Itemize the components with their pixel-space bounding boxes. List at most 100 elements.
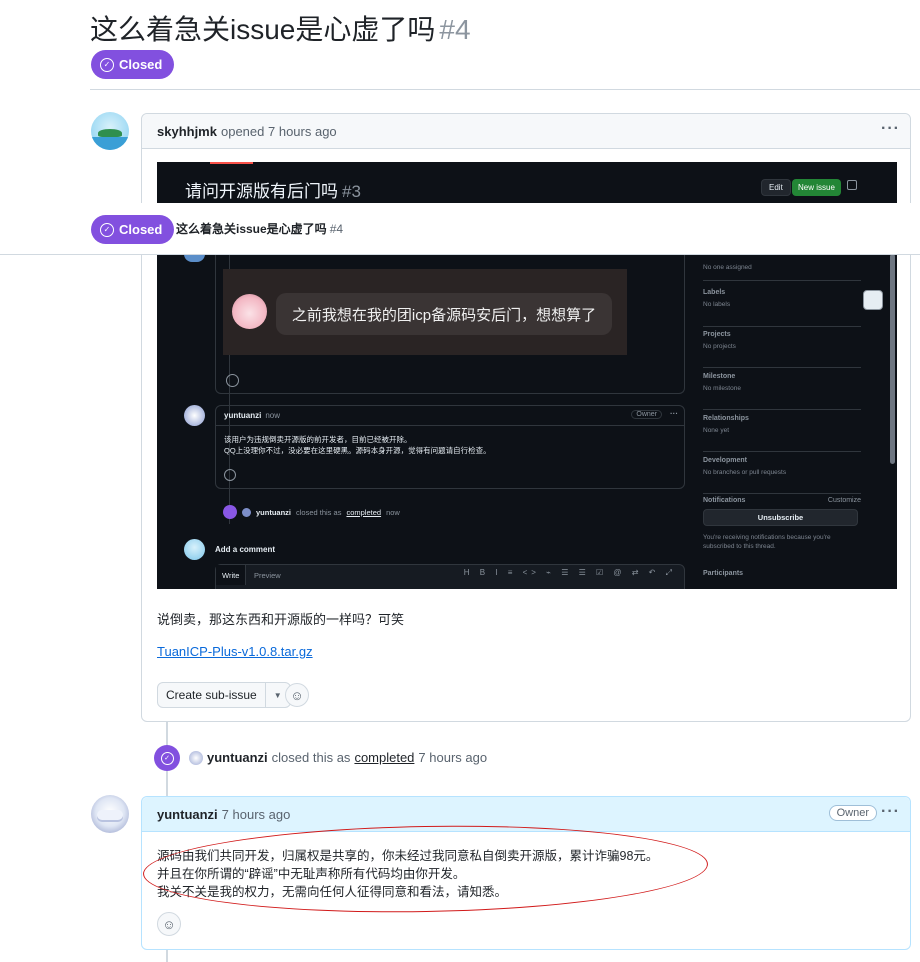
- smiley-icon[interactable]: ☺: [285, 683, 309, 707]
- closed-state-badge: ✓ Closed: [91, 50, 175, 79]
- create-sub-issue-label[interactable]: Create sub-issue: [158, 683, 266, 707]
- sidebar-label: Development: [703, 457, 747, 464]
- kebab-horizontal-icon[interactable]: ···: [881, 120, 900, 138]
- sidebar-milestone: Milestone No milestone: [703, 373, 861, 410]
- screenshot-reply-avatar: [184, 405, 205, 426]
- avatar[interactable]: [91, 112, 129, 150]
- comment-line: 源码由我们共同开发，归属权是共享的，你未经过我同意私自倒卖开源版，累计诈骗98元…: [157, 849, 659, 863]
- comment-time[interactable]: 7 hours ago: [268, 124, 337, 139]
- event-action: closed this as: [271, 750, 351, 765]
- sidebar-labels: Labels No labels: [703, 289, 861, 327]
- screenshot-reply-line: QQ上没理你不过，没必要在这里硬黑。源码本身开源，觉得有问题请自行检查。: [224, 446, 491, 455]
- screenshot-reply-line: 该用户为违规倒卖开源版的前开发者，目前已经被开除。: [224, 435, 412, 444]
- sidebar-value: No labels: [703, 301, 731, 308]
- smiley-icon[interactable]: ☺: [157, 912, 181, 936]
- event-author[interactable]: yuntuanzi: [207, 750, 268, 765]
- comment-time[interactable]: 7 hours ago: [222, 807, 291, 822]
- closed-event: yuntuanzi closed this as completed 7 hou…: [189, 750, 487, 765]
- screenshot-closed-reason: completed: [346, 507, 382, 517]
- sidebar-label: Relationships: [703, 415, 749, 422]
- avatar[interactable]: [91, 795, 129, 833]
- sidebar-participants: Participants: [703, 570, 744, 577]
- sidebar-value: No one assigned: [703, 264, 752, 271]
- screenshot-closed-time: now: [386, 507, 400, 517]
- sticky-issue-title[interactable]: 这么着急关issue是心虚了吗 #4: [176, 220, 343, 237]
- kebab-horizontal-icon: ···: [670, 409, 678, 418]
- screenshot-title-text: 请问开源版有后门吗: [185, 182, 338, 201]
- sidebar-value: No branches or pull requests: [703, 469, 787, 476]
- screenshot-accent-line: [210, 162, 253, 164]
- closed-event-icon: ✓: [154, 745, 180, 771]
- issue-title: 这么着急关issue是心虚了吗 #4: [90, 8, 471, 48]
- check-circle-icon: ✓: [100, 222, 114, 237]
- screenshot-issue-title: 请问开源版有后门吗 #3: [185, 177, 361, 202]
- sticky-title-text: 这么着急关issue是心虚了吗: [176, 222, 327, 236]
- sidebar-label: Notifications: [703, 497, 746, 504]
- attachment-link[interactable]: TuanICP-Plus-v1.0.8.tar.gz: [157, 644, 313, 659]
- comment-author[interactable]: skyhhjmk: [157, 124, 217, 139]
- screenshot-scrollbar: [890, 254, 895, 464]
- issue-number: #4: [439, 14, 471, 45]
- comment-header: skyhhjmk opened 7 hours ago ···: [142, 114, 910, 149]
- sidebar-notifications-header: Notifications Customize: [703, 497, 861, 504]
- kebab-horizontal-icon[interactable]: ···: [881, 803, 900, 821]
- issue-title-text: 这么着急关issue是心虚了吗: [90, 14, 436, 45]
- screenshot-reply-author: yuntuanzi: [224, 411, 262, 420]
- chat-bubble: 之前我想在我的团icp备源码安后门，想想算了: [276, 293, 612, 335]
- sidebar-notification-note: You're receiving notifications because y…: [703, 534, 831, 550]
- owner-comment: yuntuanzi 7 hours ago Owner ··· 源码由我们共同开…: [141, 796, 911, 950]
- timeline-line: [166, 949, 168, 962]
- sidebar-label: Labels: [703, 289, 726, 296]
- screenshot-issue-number: #3: [342, 182, 361, 201]
- state-label: Closed: [119, 57, 163, 72]
- screenshot-commenter-avatar: [184, 539, 205, 560]
- screenshot-editor-toolbar: H B I ≡ <> ⌁ ☰ ☰ ☑ @ ⇄ ↶ ⤢: [463, 568, 676, 577]
- sidebar-value: None yet: [703, 427, 730, 434]
- create-sub-issue-button[interactable]: Create sub-issue ▼: [157, 682, 291, 708]
- screenshot-reply-time: now: [265, 411, 281, 420]
- screenshot-reply-header: yuntuanzi now Owner ···: [216, 406, 684, 426]
- screenshot-write-tab: Write: [216, 565, 247, 585]
- screenshot-toggle-icon: [863, 290, 883, 310]
- comment-body: 源码由我们共同开发，归属权是共享的，你未经过我同意私自倒卖开源版，累计诈骗98元…: [142, 832, 910, 901]
- avatar[interactable]: [189, 750, 203, 765]
- comment-header: yuntuanzi 7 hours ago Owner ···: [142, 797, 910, 832]
- header-divider: [90, 89, 920, 90]
- screenshot-unsubscribe-button: Unsubscribe: [703, 509, 858, 526]
- sticky-issue-number: #4: [329, 222, 344, 236]
- comment-action: opened: [220, 123, 265, 139]
- comment-line: 我关不关是我的权力，无需向任何人征得同意和看法，请知悉。: [157, 885, 508, 899]
- screenshot-owner-badge: Owner: [631, 410, 662, 419]
- screenshot-reply-text: 该用户为违规倒卖开源版的前开发者，目前已经被开除。 QQ上没理你不过，没必要在这…: [216, 426, 684, 456]
- sidebar-assignees: No one assigned: [703, 259, 861, 281]
- state-label: Closed: [119, 222, 163, 237]
- screenshot-closed-author: yuntuanzi: [256, 507, 291, 517]
- comment-body-text: 说倒卖，那这东西和开源版的一样吗？可笑: [157, 612, 405, 627]
- sidebar-value: No projects: [703, 343, 736, 350]
- sidebar-label: Projects: [703, 331, 731, 338]
- check-circle-icon: ✓: [160, 751, 174, 765]
- screenshot-reply-comment: yuntuanzi now Owner ··· 该用户为违规倒卖开源版的前开发者…: [215, 405, 685, 489]
- comment-line: 并且在你所谓的“辟谣”中无耻声称所有代码均由你开发。: [157, 867, 466, 881]
- copy-icon: [847, 180, 857, 190]
- screenshot-mini-avatar: [242, 507, 251, 517]
- owner-badge: Owner: [828, 805, 877, 821]
- sidebar-development: Development No branches or pull requests: [703, 457, 861, 494]
- screenshot-closed-text: closed this as: [296, 507, 342, 517]
- comment-author[interactable]: yuntuanzi: [157, 807, 218, 822]
- sidebar-label: Milestone: [703, 373, 736, 380]
- screenshot-preview-tab: Preview: [254, 570, 281, 580]
- screenshot-avatar: [184, 254, 205, 262]
- smiley-icon: [224, 469, 236, 481]
- check-circle-icon: ✓: [100, 57, 114, 72]
- screenshot-add-comment: Add a comment: [215, 545, 276, 554]
- event-reason-link[interactable]: completed: [354, 750, 414, 765]
- chat-avatar: [232, 294, 267, 329]
- sidebar-customize: Customize: [827, 497, 861, 504]
- screenshot-closed-event: yuntuanzi closed this as completed now: [223, 505, 400, 519]
- screenshot-editor: Write Preview H B I ≡ <> ⌁ ☰ ☰ ☑ @ ⇄ ↶ ⤢: [215, 564, 685, 589]
- sidebar-relationships: Relationships None yet: [703, 415, 861, 452]
- event-time[interactable]: 7 hours ago: [418, 750, 487, 765]
- closed-state-badge: ✓ Closed: [91, 215, 175, 244]
- sidebar-value: No milestone: [703, 385, 741, 392]
